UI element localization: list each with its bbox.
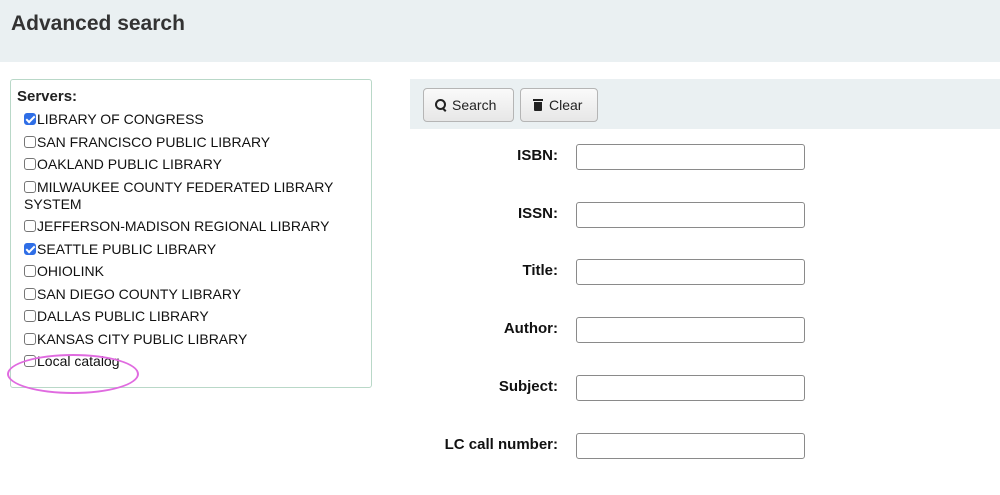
search-toolbar: Search Clear: [410, 79, 1000, 129]
server-label: DALLAS PUBLIC LIBRARY: [37, 308, 209, 324]
server-checkbox[interactable]: [24, 220, 36, 232]
server-item-dallas-public-library[interactable]: DALLAS PUBLIC LIBRARY: [24, 308, 354, 325]
server-list: LIBRARY OF CONGRESS SAN FRANCISCO PUBLIC…: [24, 111, 354, 376]
subject-label: Subject:: [498, 378, 558, 395]
server-checkbox[interactable]: [24, 265, 36, 277]
server-checkbox[interactable]: [24, 113, 36, 125]
issn-label: ISSN:: [517, 205, 558, 222]
form-row-lc-call-number: LC call number:: [410, 433, 810, 459]
server-label: OAKLAND PUBLIC LIBRARY: [37, 156, 222, 172]
server-checkbox[interactable]: [24, 135, 36, 148]
form-row-author: Author:: [410, 317, 810, 343]
form-row-title: Title:: [410, 259, 810, 285]
page-header: Advanced search: [0, 0, 1000, 62]
title-label: Title:: [522, 262, 558, 279]
server-checkbox[interactable]: [24, 310, 36, 322]
server-label: SAN DIEGO COUNTY LIBRARY: [37, 285, 242, 302]
servers-legend: Servers:: [17, 88, 78, 105]
page-title: Advanced search: [11, 12, 185, 35]
server-item-ohiolink[interactable]: OHIOLINK: [24, 263, 354, 280]
title-input[interactable]: [576, 259, 805, 285]
subject-input[interactable]: [576, 375, 805, 401]
server-label: MILWAUKEE COUNTY FEDERATED LIBRARY SYSTE…: [24, 178, 334, 212]
server-item-milwaukee-county-federated-library-system[interactable]: MILWAUKEE COUNTY FEDERATED LIBRARY SYSTE…: [24, 179, 354, 213]
server-label: OHIOLINK: [37, 263, 104, 279]
author-input[interactable]: [576, 317, 805, 343]
server-item-san-francisco-public-library[interactable]: SAN FRANCISCO PUBLIC LIBRARY: [24, 134, 354, 151]
issn-input[interactable]: [576, 202, 805, 228]
servers-panel: Servers: LIBRARY OF CONGRESS SAN FRANCIS…: [10, 79, 372, 388]
server-item-jefferson-madison-regional-library[interactable]: JEFFERSON-MADISON REGIONAL LIBRARY: [24, 218, 354, 235]
server-item-oakland-public-library[interactable]: OAKLAND PUBLIC LIBRARY: [24, 156, 354, 173]
lc-call-number-input[interactable]: [576, 433, 805, 459]
server-checkbox[interactable]: [24, 332, 36, 345]
server-checkbox[interactable]: [24, 158, 36, 170]
trash-icon: [531, 98, 545, 112]
server-item-library-of-congress[interactable]: LIBRARY OF CONGRESS: [24, 111, 354, 128]
search-button-label: Search: [452, 97, 497, 113]
server-checkbox[interactable]: [24, 180, 36, 193]
form-row-subject: Subject:: [410, 375, 810, 401]
server-checkbox[interactable]: [24, 355, 36, 367]
lc-call-number-label: LC call number:: [444, 436, 558, 453]
server-label: KANSAS CITY PUBLIC LIBRARY: [37, 330, 248, 347]
form-row-issn: ISSN:: [410, 202, 810, 228]
search-button[interactable]: Search: [423, 88, 514, 122]
server-item-local-catalog[interactable]: Local catalog: [24, 353, 354, 370]
author-label: Author:: [503, 320, 558, 337]
server-label: SAN FRANCISCO PUBLIC LIBRARY: [37, 133, 271, 150]
server-item-san-diego-county-library[interactable]: SAN DIEGO COUNTY LIBRARY: [24, 286, 354, 303]
clear-button-label: Clear: [549, 97, 583, 113]
server-item-seattle-public-library[interactable]: SEATTLE PUBLIC LIBRARY: [24, 241, 354, 258]
form-row-isbn: ISBN:: [410, 144, 810, 170]
server-checkbox[interactable]: [24, 242, 36, 255]
server-label: LIBRARY OF CONGRESS: [37, 111, 204, 127]
server-label: SEATTLE PUBLIC LIBRARY: [37, 240, 217, 257]
server-item-kansas-city-public-library[interactable]: KANSAS CITY PUBLIC LIBRARY: [24, 331, 354, 348]
server-label: JEFFERSON-MADISON REGIONAL LIBRARY: [37, 218, 330, 234]
clear-button[interactable]: Clear: [520, 88, 598, 122]
server-checkbox[interactable]: [24, 287, 36, 300]
isbn-input[interactable]: [576, 144, 805, 170]
server-label: Local catalog: [37, 353, 120, 369]
isbn-label: ISBN:: [517, 147, 558, 164]
search-icon: [434, 98, 448, 112]
